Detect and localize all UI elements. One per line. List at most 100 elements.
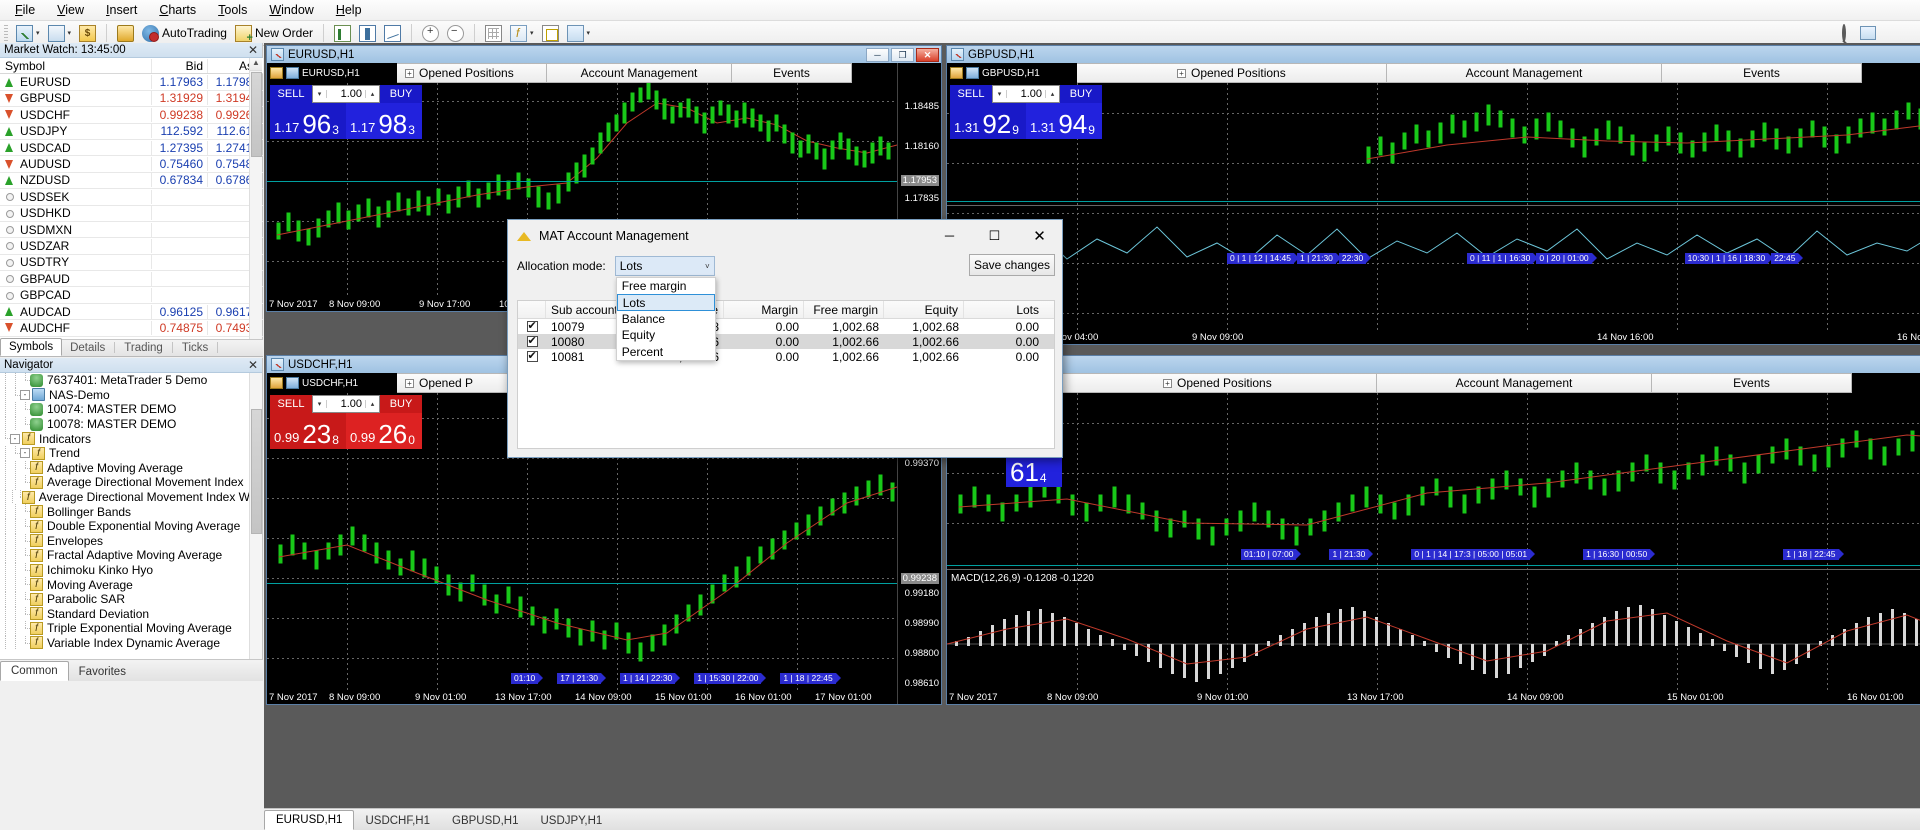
sub-accounts-table[interactable]: Sub account Balance Margin Free margin E… xyxy=(517,300,1055,449)
menu-tools[interactable]: Tools xyxy=(207,0,258,20)
save-changes-button[interactable]: Save changes xyxy=(969,254,1055,276)
zoom-out-button[interactable] xyxy=(444,23,467,44)
market-watch-grid[interactable]: Symbol Bid Ask EURUSD1.179631.17983GBPUS… xyxy=(0,58,263,339)
market-watch-row[interactable]: USDZAR xyxy=(0,238,263,254)
chart-window-usdjpy[interactable]: USDJPY,H1 ─ xyxy=(946,355,1920,705)
new-order-button[interactable]: New Order xyxy=(232,23,316,44)
chart-canvas-usdjpy[interactable]: MACD(12,26,9) -0.1208 -0.1220 xyxy=(947,373,1920,704)
allocation-option-free-margin[interactable]: Free margin xyxy=(617,278,715,294)
profiles-button[interactable]: ▾ xyxy=(45,23,75,44)
table-row[interactable]: 100811,002.660.001,002.661,002.660.00 xyxy=(518,349,1054,364)
lots-stepper-up-icon[interactable]: ▴ xyxy=(365,90,379,98)
buy-price-button[interactable]: 1.31 94 9 xyxy=(1026,103,1102,139)
row-checkbox[interactable] xyxy=(518,351,546,362)
expand-icon[interactable]: + xyxy=(405,69,414,78)
position-tag[interactable]: 1 | 14 | 22:30 xyxy=(620,673,675,684)
taskbar-tab-usdjpy[interactable]: USDJPY,H1 xyxy=(529,812,613,830)
maximize-button[interactable]: ❐ xyxy=(891,48,914,62)
autotrading-button[interactable]: AutoTrading xyxy=(139,23,230,44)
allocation-option-lots[interactable]: Lots xyxy=(617,294,715,310)
position-tag[interactable]: 0 | 1 | 12 | 14:45 xyxy=(1227,253,1294,264)
buy-price-button[interactable]: 0.99 26 0 xyxy=(346,413,422,449)
close-icon[interactable]: ✕ xyxy=(248,43,258,57)
navigator-item[interactable]: 7637401: MetaTrader 5 Demo xyxy=(0,373,250,388)
position-tag[interactable]: 1 | 21:30 xyxy=(1329,549,1368,560)
column-header-symbol[interactable]: Symbol xyxy=(0,59,152,73)
position-tag[interactable]: 1 | 21:30 xyxy=(1297,253,1336,264)
lots-input[interactable]: 1.00 xyxy=(1007,88,1045,100)
tree-expander[interactable]: - xyxy=(20,448,30,458)
menu-window[interactable]: Window xyxy=(258,0,324,20)
navigator-item[interactable]: fAverage Directional Movement Index xyxy=(0,475,250,490)
navigator-item[interactable]: fStandard Deviation xyxy=(0,607,250,622)
tab-common[interactable]: Common xyxy=(0,661,69,681)
sell-price-button[interactable]: 1.31 92 9 xyxy=(950,103,1026,139)
right-panel-icon[interactable] xyxy=(1860,26,1876,40)
row-checkbox[interactable] xyxy=(518,321,546,332)
dialog-minimize-button[interactable]: ─ xyxy=(927,220,972,251)
navigator-item[interactable]: fParabolic SAR xyxy=(0,592,250,607)
navigator-item[interactable]: 10078: MASTER DEMO xyxy=(0,417,250,432)
tab-ticks[interactable]: Ticks xyxy=(174,340,216,356)
navigator-item[interactable]: fMoving Average xyxy=(0,577,250,592)
chart-title-bar-eurusd[interactable]: EURUSD,H1 ─ ❐ ✕ xyxy=(267,46,941,63)
table-row[interactable]: 100791,002.680.001,002.681,002.680.00 xyxy=(518,319,1054,334)
menu-help[interactable]: Help xyxy=(325,0,373,20)
chevron-down-icon[interactable]: ▾ xyxy=(36,29,40,37)
position-tag[interactable]: 22:45 xyxy=(1771,253,1798,264)
navigator-item[interactable]: fIchimoku Kinko Hyo xyxy=(0,563,250,578)
column-header-checkbox[interactable] xyxy=(518,301,546,318)
market-watch-row[interactable]: USDSEK xyxy=(0,189,263,205)
market-watch-row[interactable]: AUDCAD0.961250.96178 xyxy=(0,304,263,320)
one-click-trading-eurusd[interactable]: SELL ▾ 1.00 ▴ BUY 1.17 96 3 xyxy=(270,85,422,139)
position-tag[interactable]: 1 | 15:30 | 22:00 xyxy=(694,673,761,684)
lots-dropdown-icon[interactable]: ▾ xyxy=(313,90,327,98)
market-watch-row[interactable]: USDJPY112.592112.614 xyxy=(0,124,263,140)
column-header-free-margin[interactable]: Free margin xyxy=(804,301,884,318)
sell-price-button[interactable]: 0.99 23 8 xyxy=(270,413,346,449)
market-watch-row[interactable]: USDCAD1.273951.27419 xyxy=(0,140,263,156)
dialog-maximize-button[interactable]: ☐ xyxy=(972,220,1017,251)
chart-title-bar-usdjpy[interactable]: USDJPY,H1 ─ xyxy=(947,356,1920,373)
opened-positions-button[interactable]: +Opened Positions xyxy=(1077,63,1387,83)
lots-dropdown-icon[interactable]: ▾ xyxy=(993,90,1007,98)
events-button[interactable]: Events xyxy=(1652,373,1852,393)
navigator-tree[interactable]: 7637401: MetaTrader 5 Demo-NAS-Demo10074… xyxy=(0,373,250,660)
gold-button[interactable] xyxy=(114,23,137,44)
market-watch-row[interactable]: USDHKD xyxy=(0,206,263,222)
tab-trading[interactable]: Trading xyxy=(116,340,171,356)
grid-button[interactable] xyxy=(482,23,505,44)
navigator-item[interactable]: -fIndicators xyxy=(0,431,250,446)
checkbox-checked-icon[interactable] xyxy=(527,321,538,332)
position-tag[interactable]: 0 | 20 | 01:00 xyxy=(1536,253,1591,264)
taskbar-tab-eurusd[interactable]: EURUSD,H1 xyxy=(264,810,354,830)
tree-expander[interactable]: - xyxy=(10,434,20,444)
taskbar-tab-usdchf[interactable]: USDCHF,H1 xyxy=(354,812,441,830)
position-tag[interactable]: 1 | 18 | 22:45 xyxy=(1783,549,1838,560)
checkbox-checked-icon[interactable] xyxy=(527,351,538,362)
navigator-item[interactable]: -NAS-Demo xyxy=(0,388,250,403)
position-tag[interactable]: 22:30 xyxy=(1339,253,1366,264)
chevron-down-icon[interactable]: ▾ xyxy=(587,29,591,37)
line-chart-button[interactable] xyxy=(381,23,404,44)
navigator-item[interactable]: -fTrend xyxy=(0,446,250,461)
minimize-button[interactable]: ─ xyxy=(866,48,889,62)
events-button[interactable]: Events xyxy=(732,63,852,83)
table-row[interactable]: 100801,002.660.001,002.661,002.660.00 xyxy=(518,334,1054,349)
allocation-option-balance[interactable]: Balance xyxy=(617,311,715,327)
menu-view[interactable]: View xyxy=(46,0,95,20)
allocation-mode-select[interactable]: Lots ˅ Free marginLotsBalanceEquityPerce… xyxy=(615,256,715,276)
navigator-item[interactable]: fEnvelopes xyxy=(0,534,250,549)
position-tag[interactable]: 01:10 | 07:00 xyxy=(1241,549,1296,560)
dialog-title-bar[interactable]: MAT Account Management ─ ☐ ✕ xyxy=(508,220,1062,251)
expand-icon[interactable]: + xyxy=(1163,379,1172,388)
opened-positions-button[interactable]: +Opened Positions xyxy=(397,63,547,83)
navigator-item[interactable]: fAverage Directional Movement Index W xyxy=(0,490,250,505)
market-watch-row[interactable]: USDMXN xyxy=(0,222,263,238)
account-management-button[interactable]: Account Management xyxy=(1387,63,1662,83)
navigator-scrollbar[interactable] xyxy=(249,373,262,660)
position-tag[interactable]: 10:30 | 1 | 16 | 18:30 xyxy=(1685,253,1769,264)
buy-price-button[interactable]: 1.17 98 3 xyxy=(346,103,422,139)
checkbox-checked-icon[interactable] xyxy=(527,336,538,347)
scrollbar-thumb[interactable] xyxy=(251,409,262,534)
